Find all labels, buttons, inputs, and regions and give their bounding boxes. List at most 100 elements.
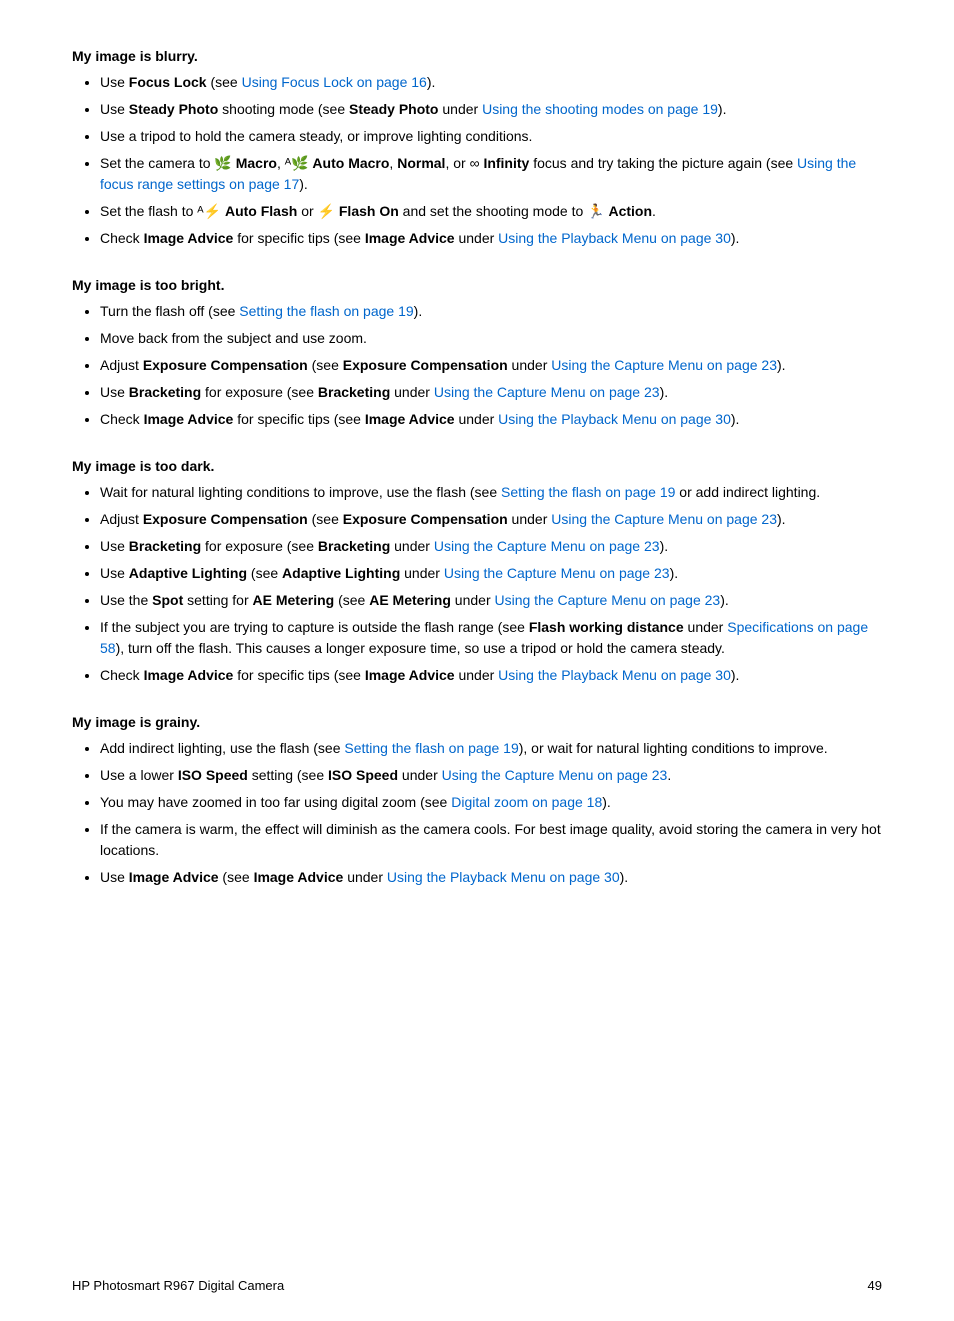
text-span: for exposure (see xyxy=(201,384,318,400)
text-span: (see xyxy=(207,74,242,90)
list-item: Set the camera to 🌿 Macro, ᴬ🌿 Auto Macro… xyxy=(100,153,882,195)
text-span: for specific tips (see xyxy=(233,411,365,427)
link[interactable]: Setting the flash on page 19 xyxy=(501,484,675,500)
text-span: under xyxy=(390,384,434,400)
text-span: ), turn off the flash. This causes a lon… xyxy=(116,640,725,656)
link[interactable]: Using the Playback Menu on page 30 xyxy=(498,667,731,683)
text-span: Set the flash to xyxy=(100,203,197,219)
text-span: Use xyxy=(100,384,129,400)
bold-text: Image Advice xyxy=(129,869,219,885)
list-item: If the subject you are trying to capture… xyxy=(100,617,882,659)
link[interactable]: Using the Playback Menu on page 30 xyxy=(498,230,731,246)
text-span: ). xyxy=(414,303,423,319)
bold-text: ISO Speed xyxy=(178,767,248,783)
text-span: Use xyxy=(100,538,129,554)
icon: 🌿 xyxy=(214,155,231,171)
text-span: under xyxy=(455,230,499,246)
text-span: or xyxy=(297,203,317,219)
text-span: (see xyxy=(219,869,254,885)
text-span: ). xyxy=(427,74,436,90)
list-item: Use Image Advice (see Image Advice under… xyxy=(100,867,882,888)
link[interactable]: Using the Capture Menu on page 23 xyxy=(434,538,660,554)
text-span: Check xyxy=(100,411,144,427)
icon: ∞ xyxy=(470,155,480,171)
page: My image is blurry. Use Focus Lock (see U… xyxy=(0,0,954,1321)
text-span: under xyxy=(400,565,444,581)
text-span: Turn the flash off (see xyxy=(100,303,239,319)
text-span: If the subject you are trying to capture… xyxy=(100,619,529,635)
section-too-bright: My image is too bright.Turn the flash of… xyxy=(72,277,882,430)
text-span: for specific tips (see xyxy=(233,230,365,246)
section-list: Use Focus Lock (see Using Focus Lock on … xyxy=(72,72,882,249)
bold-text: Image Advice xyxy=(254,869,344,885)
text-span: (see xyxy=(308,357,343,373)
bold-text: Macro xyxy=(236,155,277,171)
text-span: setting (see xyxy=(248,767,328,783)
link[interactable]: Digital zoom on page 18 xyxy=(451,794,602,810)
link[interactable]: Using the Capture Menu on page 23 xyxy=(442,767,668,783)
bold-text: ISO Speed xyxy=(328,767,398,783)
text-span: ). xyxy=(670,565,679,581)
bold-text: Exposure Compensation xyxy=(143,511,308,527)
text-span: (see xyxy=(308,511,343,527)
link[interactable]: Using the Playback Menu on page 30 xyxy=(387,869,620,885)
link[interactable]: Using the shooting modes on page 19 xyxy=(482,101,718,117)
link[interactable]: Using the Capture Menu on page 23 xyxy=(551,357,777,373)
list-item: Use a lower ISO Speed setting (see ISO S… xyxy=(100,765,882,786)
list-item: Use a tripod to hold the camera steady, … xyxy=(100,126,882,147)
text-span: under xyxy=(343,869,387,885)
link[interactable]: Using the Capture Menu on page 23 xyxy=(444,565,670,581)
list-item: If the camera is warm, the effect will d… xyxy=(100,819,882,861)
bold-text: Flash working distance xyxy=(529,619,684,635)
text-span: under xyxy=(455,411,499,427)
text-span: ). xyxy=(731,411,740,427)
link[interactable]: Setting the flash on page 19 xyxy=(344,740,518,756)
text-span: setting for xyxy=(183,592,252,608)
section-list: Wait for natural lighting conditions to … xyxy=(72,482,882,686)
text-span: Adjust xyxy=(100,357,143,373)
section-list: Add indirect lighting, use the flash (se… xyxy=(72,738,882,888)
text-span: Use xyxy=(100,565,129,581)
text-span: under xyxy=(438,101,482,117)
section-title: My image is blurry. xyxy=(72,48,882,64)
list-item: Use Bracketing for exposure (see Bracket… xyxy=(100,382,882,403)
content: My image is blurry. Use Focus Lock (see U… xyxy=(72,48,882,888)
text-span: under xyxy=(684,619,728,635)
bold-text: Image Advice xyxy=(144,411,234,427)
list-item: Use Steady Photo shooting mode (see Stea… xyxy=(100,99,882,120)
bold-text: Action xyxy=(608,203,652,219)
bold-text: Steady Photo xyxy=(349,101,438,117)
bold-text: Bracketing xyxy=(129,538,201,554)
text-span: ). xyxy=(660,384,669,400)
text-span: . xyxy=(667,767,671,783)
list-item: Use Adaptive Lighting (see Adaptive Ligh… xyxy=(100,563,882,584)
bold-text: Image Advice xyxy=(144,667,234,683)
section-title: My image is too dark. xyxy=(72,458,882,474)
list-item: Check Image Advice for specific tips (se… xyxy=(100,228,882,249)
text-span: Add indirect lighting, use the flash (se… xyxy=(100,740,344,756)
list-item: Set the flash to ᴬ⚡ Auto Flash or ⚡ Flas… xyxy=(100,201,882,222)
bold-text: AE Metering xyxy=(369,592,451,608)
bold-text: Normal xyxy=(397,155,445,171)
footer-right: 49 xyxy=(868,1278,882,1293)
text-span: Check xyxy=(100,230,144,246)
link[interactable]: Setting the flash on page 19 xyxy=(239,303,413,319)
bold-text: AE Metering xyxy=(253,592,335,608)
text-span: If the camera is warm, the effect will d… xyxy=(100,821,881,858)
text-span: shooting mode (see xyxy=(218,101,349,117)
footer: HP Photosmart R967 Digital Camera 49 xyxy=(0,1278,954,1293)
list-item: Wait for natural lighting conditions to … xyxy=(100,482,882,503)
link[interactable]: Using the Playback Menu on page 30 xyxy=(498,411,731,427)
bold-text: Image Advice xyxy=(365,411,455,427)
link[interactable]: Using Focus Lock on page 16 xyxy=(242,74,427,90)
link[interactable]: Using the Capture Menu on page 23 xyxy=(434,384,660,400)
list-item: Check Image Advice for specific tips (se… xyxy=(100,409,882,430)
link[interactable]: Using the Capture Menu on page 23 xyxy=(551,511,777,527)
list-item: Check Image Advice for specific tips (se… xyxy=(100,665,882,686)
text-span: Adjust xyxy=(100,511,143,527)
text-span: Check xyxy=(100,667,144,683)
text-span: (see xyxy=(334,592,369,608)
footer-left: HP Photosmart R967 Digital Camera xyxy=(72,1278,284,1293)
section-blurry: My image is blurry. Use Focus Lock (see U… xyxy=(72,48,882,249)
link[interactable]: Using the Capture Menu on page 23 xyxy=(495,592,721,608)
